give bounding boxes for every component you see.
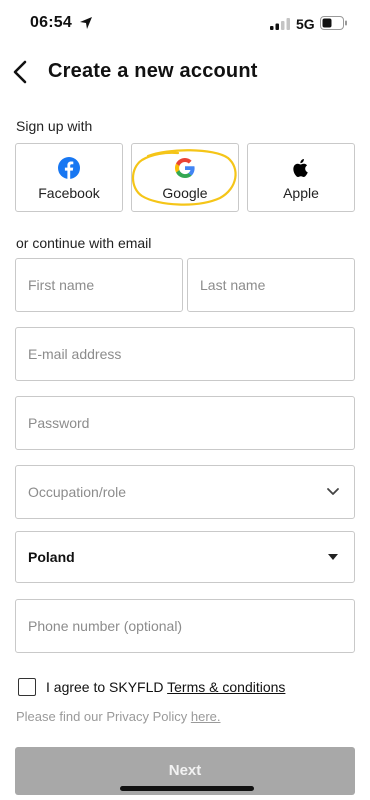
apple-signup-button[interactable]: Apple bbox=[247, 143, 355, 212]
dropdown-caret-icon bbox=[328, 554, 338, 560]
location-arrow-icon bbox=[80, 17, 92, 29]
header: Create a new account bbox=[0, 50, 370, 94]
facebook-signup-button[interactable]: Facebook bbox=[15, 143, 123, 212]
google-label: Google bbox=[162, 185, 208, 201]
email-input[interactable] bbox=[16, 328, 354, 380]
occupation-select[interactable]: Occupation/role bbox=[15, 465, 355, 519]
page-title: Create a new account bbox=[48, 60, 258, 82]
privacy-prefix: Please find our Privacy Policy bbox=[16, 709, 191, 724]
last-name-input[interactable] bbox=[188, 259, 354, 311]
last-name-field[interactable] bbox=[187, 258, 355, 312]
phone-field[interactable] bbox=[15, 599, 355, 653]
occupation-placeholder: Occupation/role bbox=[28, 484, 127, 500]
privacy-link[interactable]: here. bbox=[191, 709, 221, 724]
google-icon bbox=[175, 158, 195, 178]
facebook-icon bbox=[58, 157, 80, 179]
country-value: Poland bbox=[28, 549, 75, 565]
terms-link[interactable]: Terms & conditions bbox=[167, 679, 285, 695]
first-name-field[interactable] bbox=[15, 258, 183, 312]
password-field[interactable] bbox=[15, 396, 355, 450]
apple-label: Apple bbox=[283, 185, 319, 201]
phone-input[interactable] bbox=[16, 600, 354, 652]
chevron-down-icon bbox=[327, 488, 339, 495]
status-bar: 06:54 5G bbox=[0, 0, 370, 48]
cellular-signal-icon bbox=[270, 18, 290, 30]
facebook-label: Facebook bbox=[38, 185, 100, 201]
back-arrow-icon[interactable] bbox=[10, 59, 32, 85]
first-name-input[interactable] bbox=[16, 259, 182, 311]
signup-label: Sign up with bbox=[16, 118, 93, 134]
network-type: 5G bbox=[296, 16, 315, 32]
terms-agree-prefix: I agree to SKYFLD bbox=[46, 679, 168, 695]
home-indicator bbox=[120, 786, 254, 791]
status-time: 06:54 bbox=[30, 14, 72, 31]
battery-icon bbox=[320, 16, 347, 30]
password-input[interactable] bbox=[16, 397, 354, 449]
country-select[interactable]: Poland bbox=[15, 531, 355, 583]
privacy-note: Please find our Privacy Policy here. bbox=[16, 709, 221, 724]
apple-icon bbox=[293, 159, 308, 178]
terms-agreement: I agree to SKYFLD Terms & conditions bbox=[46, 679, 285, 695]
email-field[interactable] bbox=[15, 327, 355, 381]
terms-checkbox[interactable] bbox=[18, 678, 36, 696]
google-signup-button[interactable]: Google bbox=[131, 143, 239, 212]
email-section-label: or continue with email bbox=[16, 235, 152, 251]
